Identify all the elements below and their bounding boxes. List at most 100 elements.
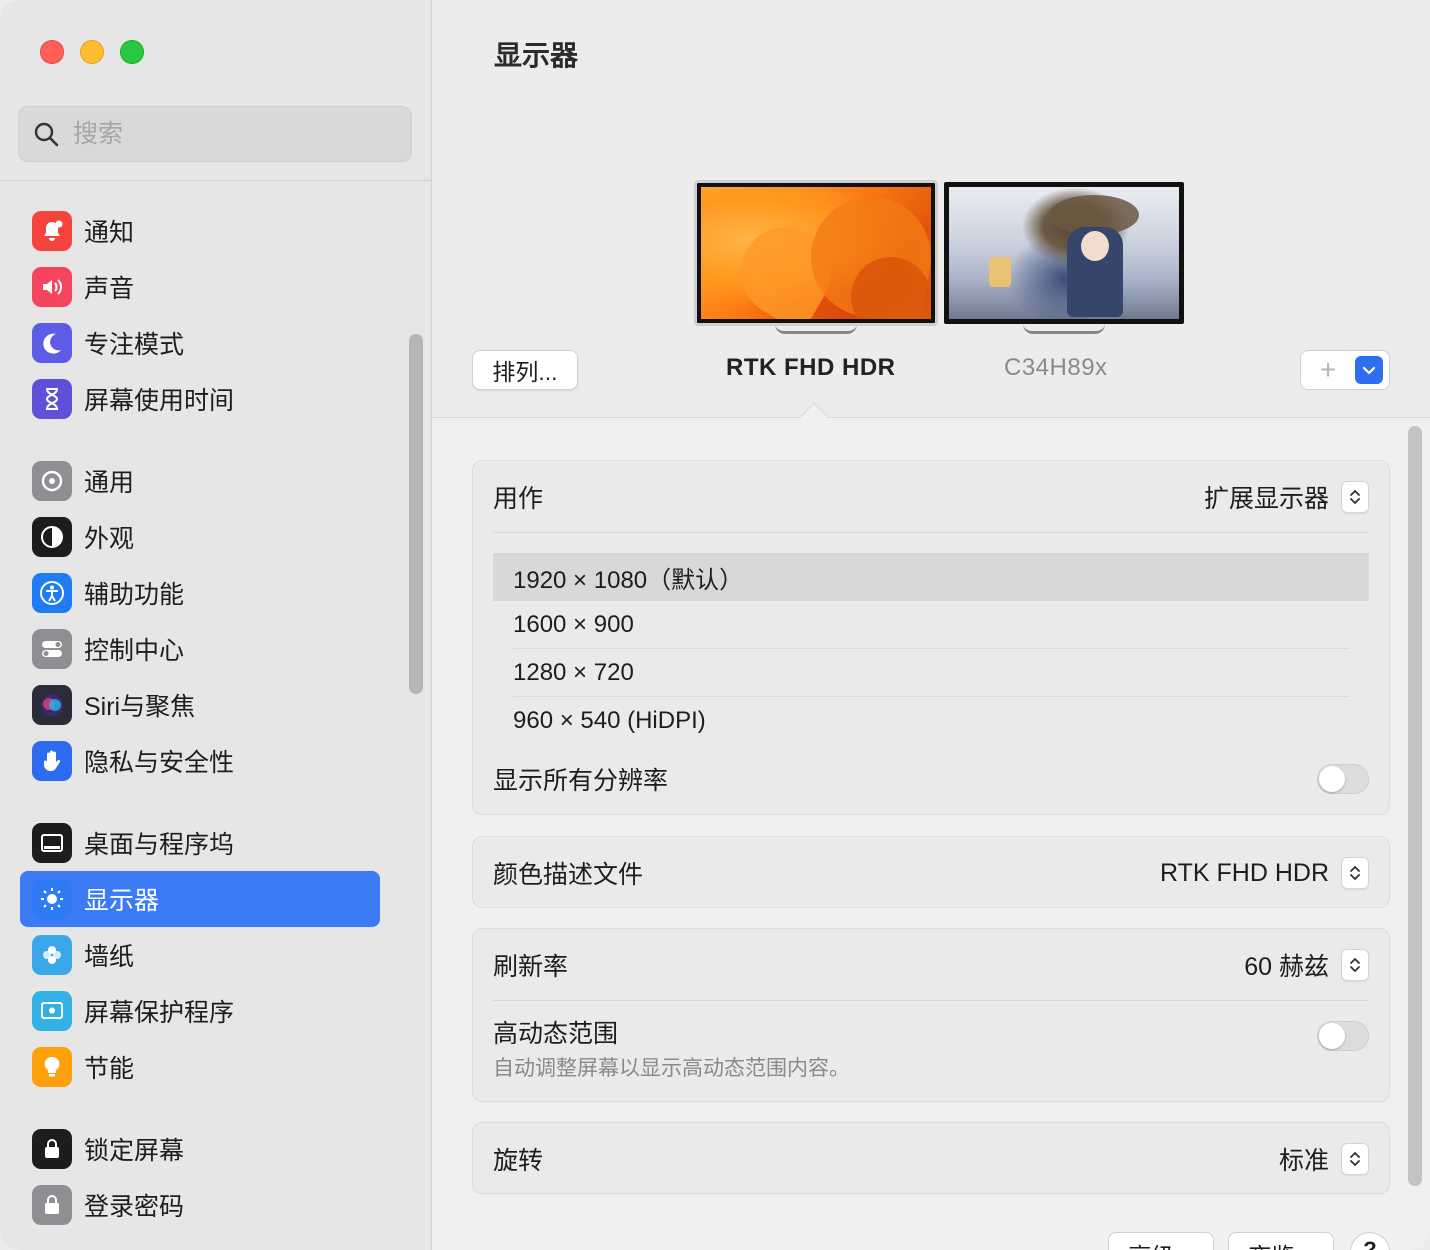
arrange-button[interactable]: 排列...	[472, 350, 578, 390]
refresh-rate-row: 刷新率 60 赫兹	[473, 929, 1389, 1001]
search-input[interactable]	[73, 119, 373, 149]
monitor-thumbnail-c34h89x[interactable]	[944, 182, 1184, 334]
main-scrollbar[interactable]	[1408, 426, 1422, 1186]
color-profile-value[interactable]: RTK FHD HDR	[1160, 859, 1329, 888]
screensaver-icon	[32, 991, 72, 1031]
rotation-value[interactable]: 标准	[1279, 1141, 1329, 1177]
main-pane: 显示器 排列... RTK FHD HDR C34H89x + 用作 扩展显示器…	[432, 0, 1430, 1250]
hourglass-icon	[32, 379, 72, 419]
close-window-button[interactable]	[40, 40, 64, 64]
color-profile-row: 颜色描述文件 RTK FHD HDR	[473, 837, 1389, 909]
appearance-icon	[32, 517, 72, 557]
speaker-icon	[32, 267, 72, 307]
use-as-value[interactable]: 扩展显示器	[1204, 479, 1329, 515]
sidebar-item-label: 通知	[84, 219, 135, 247]
monitor-stand	[775, 324, 857, 334]
rotation-label: 旋转	[493, 1147, 544, 1175]
sidebar-item-bulb[interactable]: 节能	[20, 1039, 380, 1095]
show-all-resolutions-row: 显示所有分辨率	[473, 745, 1389, 813]
sidebar-scrollbar[interactable]	[409, 334, 423, 694]
sidebar-item-wallpaper[interactable]: 墙纸	[20, 927, 380, 983]
sidebar-item-bell[interactable]: 通知	[20, 203, 380, 259]
hdr-label: 高动态范围	[493, 1020, 619, 1048]
rotation-row: 旋转 标准	[473, 1123, 1389, 1195]
rotation-card: 旋转 标准	[472, 1122, 1390, 1194]
sidebar-item-hand[interactable]: 隐私与安全性	[20, 733, 380, 789]
resolution-option[interactable]: 960 × 540 (HiDPI)	[493, 697, 1369, 745]
sidebar-item-dock[interactable]: 桌面与程序坞	[20, 815, 380, 871]
zoom-window-button[interactable]	[120, 40, 144, 64]
monitor-stand	[1023, 324, 1105, 334]
search-icon	[34, 122, 59, 147]
use-as-label: 用作	[493, 485, 544, 513]
sidebar-item-label: 桌面与程序坞	[84, 831, 235, 859]
sidebar-item-label: 屏幕使用时间	[84, 387, 235, 415]
resolution-label: 1280 × 720	[513, 659, 634, 686]
use-as-popup[interactable]	[1341, 481, 1369, 513]
wallpaper-icon	[32, 935, 72, 975]
sidebar-item-label: 墙纸	[84, 943, 135, 971]
lock-icon	[32, 1185, 72, 1225]
resolution-label: 960 × 540 (HiDPI)	[513, 707, 706, 734]
resolution-option[interactable]: 1920 × 1080（默认）	[493, 553, 1369, 601]
gear-icon	[32, 461, 72, 501]
sidebar-divider	[0, 180, 432, 181]
hdr-description: 自动调整屏幕以显示高动态范围内容。	[493, 1057, 850, 1080]
color-profile-card: 颜色描述文件 RTK FHD HDR	[472, 836, 1390, 908]
resolution-label: 1600 × 900	[513, 611, 634, 638]
minimize-window-button[interactable]	[80, 40, 104, 64]
sidebar-item-speaker[interactable]: 声音	[20, 259, 380, 315]
selected-monitor-pointer	[798, 402, 830, 419]
show-all-resolutions-label: 显示所有分辨率	[493, 767, 669, 795]
refresh-rate-popup[interactable]	[1341, 949, 1369, 981]
add-display-button[interactable]: +	[1301, 354, 1355, 386]
sidebar-item-label: 外观	[84, 525, 135, 553]
resolution-card: 用作 扩展显示器 1920 × 1080（默认） 1600 × 900 1280 ×…	[472, 460, 1390, 815]
monitor-name-other[interactable]: C34H89x	[1004, 354, 1108, 382]
refresh-rate-value[interactable]: 60 赫兹	[1244, 947, 1329, 983]
monitor-name-selected[interactable]: RTK FHD HDR	[726, 354, 895, 382]
color-profile-popup[interactable]	[1341, 857, 1369, 889]
color-profile-label: 颜色描述文件	[493, 861, 644, 889]
accessibility-icon	[32, 573, 72, 613]
sidebar-item-lock-screen[interactable]: 锁定屏幕	[20, 1121, 380, 1177]
sidebar-item-label: 显示器	[84, 887, 160, 915]
search-field[interactable]	[18, 106, 412, 162]
add-display-menu-button[interactable]	[1355, 356, 1383, 384]
window-controls	[40, 40, 144, 64]
sidebar-item-label: 通用	[84, 469, 135, 497]
help-button[interactable]: ?	[1350, 1232, 1390, 1250]
up-down-chevron-icon	[1350, 1152, 1360, 1166]
rotation-popup[interactable]	[1341, 1143, 1369, 1175]
sidebar-item-label: Siri与聚焦	[84, 693, 196, 721]
hdr-row: 高动态范围 自动调整屏幕以显示高动态范围内容。	[473, 1001, 1389, 1101]
sidebar-item-accessibility[interactable]: 辅助功能	[20, 565, 380, 621]
resolution-option[interactable]: 1600 × 900	[493, 601, 1369, 649]
sidebar-item-appearance[interactable]: 外观	[20, 509, 380, 565]
sidebar-item-moon[interactable]: 专注模式	[20, 315, 380, 371]
sidebar-item-siri[interactable]: Siri与聚焦	[20, 677, 380, 733]
up-down-chevron-icon	[1350, 958, 1360, 972]
sidebar-item-gear[interactable]: 通用	[20, 453, 380, 509]
resolution-option[interactable]: 1280 × 720	[493, 649, 1369, 697]
sidebar-item-screensaver[interactable]: 屏幕保护程序	[20, 983, 380, 1039]
sidebar-item-control-center[interactable]: 控制中心	[20, 621, 380, 677]
use-as-row: 用作 扩展显示器	[473, 461, 1389, 533]
hdr-toggle[interactable]	[1317, 1021, 1369, 1051]
sidebar-item-label: 专注模式	[84, 331, 185, 359]
sidebar-item-label: 隐私与安全性	[84, 749, 235, 777]
sidebar-item-brightness[interactable]: 显示器	[20, 871, 380, 927]
monitor-thumbnail-rtk[interactable]	[694, 180, 938, 334]
bulb-icon	[32, 1047, 72, 1087]
advanced-button[interactable]: 高级...	[1108, 1232, 1214, 1250]
sidebar-item-hourglass[interactable]: 屏幕使用时间	[20, 371, 380, 427]
lock-screen-icon	[32, 1129, 72, 1169]
up-down-chevron-icon	[1350, 866, 1360, 880]
night-shift-button[interactable]: 夜览...	[1228, 1232, 1334, 1250]
sidebar-item-label: 锁定屏幕	[84, 1137, 185, 1165]
add-display-control: +	[1300, 350, 1390, 390]
show-all-resolutions-toggle[interactable]	[1317, 764, 1369, 794]
sidebar-item-lock[interactable]: 登录密码	[20, 1177, 380, 1233]
page-title: 显示器	[494, 40, 579, 71]
